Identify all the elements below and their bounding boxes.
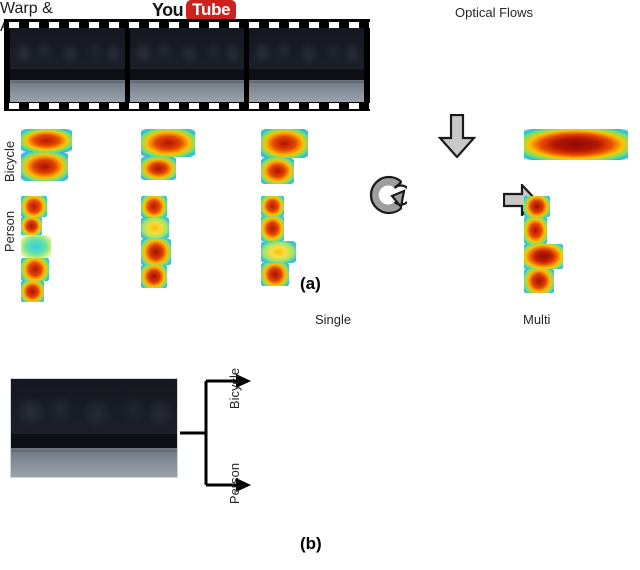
optical-flow-image-2: [512, 27, 624, 109]
filmstrip-perforations-bottom: [4, 101, 370, 110]
aggregated-heatmap-person: [524, 196, 640, 293]
input-image-cyclists: [10, 378, 178, 478]
row-label-bicycle-panel-b: Bicycle: [227, 367, 243, 409]
mask-person-multi: [463, 438, 640, 526]
down-arrow-icon: [437, 113, 477, 159]
cyclists-scene: [11, 379, 177, 477]
subfigure-caption-b: (b): [300, 534, 322, 553]
mask-bicycle-multi: [463, 343, 640, 431]
youtube-logo-you-text: You: [152, 0, 184, 20]
youtube-logo-tube-badge: Tube: [186, 0, 237, 21]
video-frame-1: [10, 28, 125, 102]
video-frame-2: [129, 28, 245, 102]
cyclists-scene: [249, 28, 365, 102]
heatmap-bicycle-frame-2: [141, 129, 258, 193]
aggregated-heatmap-bicycle: [524, 129, 640, 193]
mask-person-single: [257, 438, 433, 526]
warp-aggregation-line-1: Warp &: [0, 0, 53, 17]
row-label-person-panel-b: Person: [227, 462, 243, 504]
cyclists-scene: [129, 28, 245, 102]
heatmap-person-frame-1: [21, 196, 138, 303]
video-filmstrip: [4, 19, 370, 111]
optical-flow-image-1: [392, 27, 504, 109]
youtube-logo: You Tube: [152, 0, 262, 21]
heatmap-bicycle-frame-3: [261, 129, 378, 193]
heatmap-person-frame-3: [261, 196, 378, 286]
cyclists-scene: [10, 28, 125, 102]
circular-arrow-icon: [367, 174, 412, 216]
mask-bicycle-single: [257, 343, 433, 431]
subfigure-caption-a: (a): [300, 274, 321, 293]
optical-flows-title: Optical Flows: [455, 5, 534, 20]
video-frame-3: [249, 28, 365, 102]
heatmap-person-frame-2: [141, 196, 258, 289]
column-header-single: Single: [315, 312, 352, 327]
column-header-multi: Multi: [523, 312, 551, 327]
heatmap-bicycle-frame-1: [21, 129, 138, 193]
